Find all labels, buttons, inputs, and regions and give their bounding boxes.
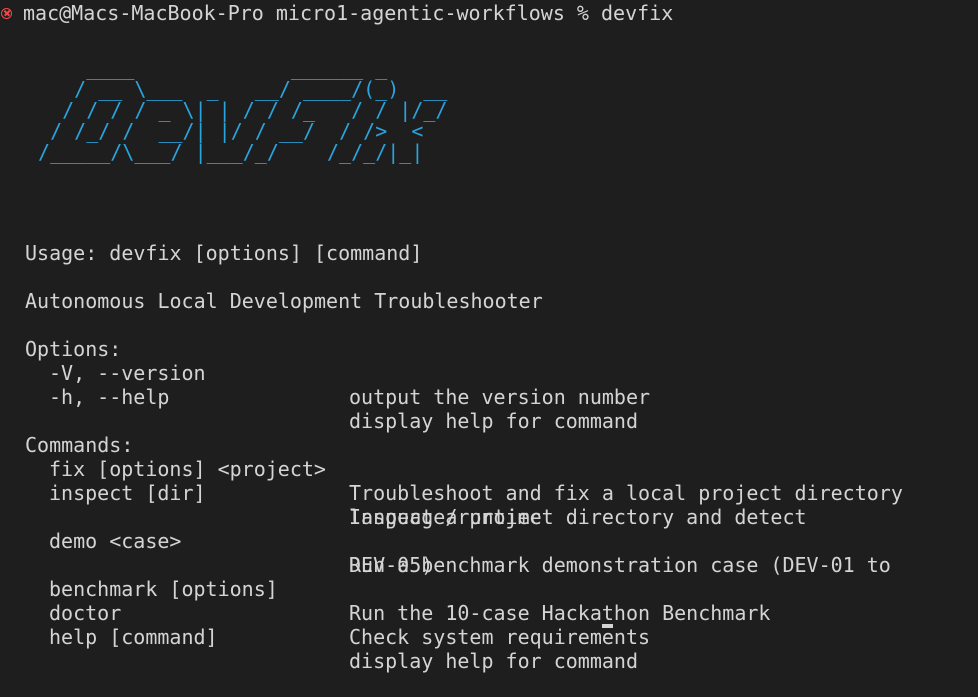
- command-desc-continued: language/runtime: [349, 505, 542, 529]
- command-name: doctor: [49, 601, 122, 625]
- option-row: -V, --version output the version number: [0, 337, 650, 409]
- option-desc: display help for command: [349, 409, 638, 433]
- command-row-continuation: language/runtime: [0, 481, 542, 529]
- command-name: benchmark [options]: [49, 577, 278, 601]
- command-desc: Run the 10-case Hackathon Benchmark: [349, 601, 771, 625]
- command-row: benchmark [options] Run the 10-case Hack…: [0, 553, 770, 625]
- prompt-symbol: %: [576, 1, 589, 25]
- command-row: doctor Check system requirements: [0, 577, 650, 649]
- command-desc-continued: DEV-05): [349, 553, 434, 577]
- prompt-command: devfix: [601, 1, 674, 25]
- shell-prompt-line: mac@Macs-MacBook-Pro micro1-agentic-work…: [0, 1, 673, 25]
- command-name: demo <case>: [49, 529, 182, 553]
- terminal-window[interactable]: mac@Macs-MacBook-Pro micro1-agentic-work…: [0, 0, 978, 673]
- command-row: inspect [dir] Inspect a project director…: [0, 457, 807, 529]
- command-name: fix [options] <project>: [49, 457, 326, 481]
- command-desc: Troubleshoot and fix a local project dir…: [349, 481, 903, 505]
- devfix-ascii-banner: ____ ______ _ / __ \___ _ __/ ____/(_) _…: [38, 56, 448, 164]
- prompt-cwd: micro1-agentic-workflows: [275, 1, 565, 25]
- commands-heading: Commands:: [25, 433, 134, 457]
- command-name: help [command]: [49, 625, 218, 649]
- description-line: Autonomous Local Development Troubleshoo…: [0, 265, 543, 313]
- usage-line: Usage: devfix [options] [command]: [0, 217, 422, 265]
- prompt-user-host: mac@Macs-MacBook-Pro: [23, 1, 264, 25]
- options-heading: Options:: [25, 337, 122, 361]
- option-flag: -h, --help: [49, 385, 170, 409]
- command-desc: display help for command: [349, 649, 638, 673]
- terminal-cursor: [602, 624, 613, 628]
- option-flag: -V, --version: [49, 361, 206, 385]
- command-row: demo <case> Run a benchmark demonstratio…: [0, 505, 891, 577]
- command-row-continuation: DEV-05): [0, 529, 433, 577]
- command-name: inspect [dir]: [49, 481, 206, 505]
- description-text: Autonomous Local Development Troubleshoo…: [25, 289, 543, 313]
- option-desc: output the version number: [349, 385, 651, 409]
- command-row: help [command] display help for command: [0, 601, 638, 673]
- error-circle-icon: [1, 7, 12, 19]
- option-row: -h, --help display help for command: [0, 361, 638, 433]
- command-desc: Check system requirements: [349, 625, 651, 649]
- command-row: fix [options] <project> Troubleshoot and…: [0, 433, 903, 505]
- usage-text: Usage: devfix [options] [command]: [25, 241, 423, 265]
